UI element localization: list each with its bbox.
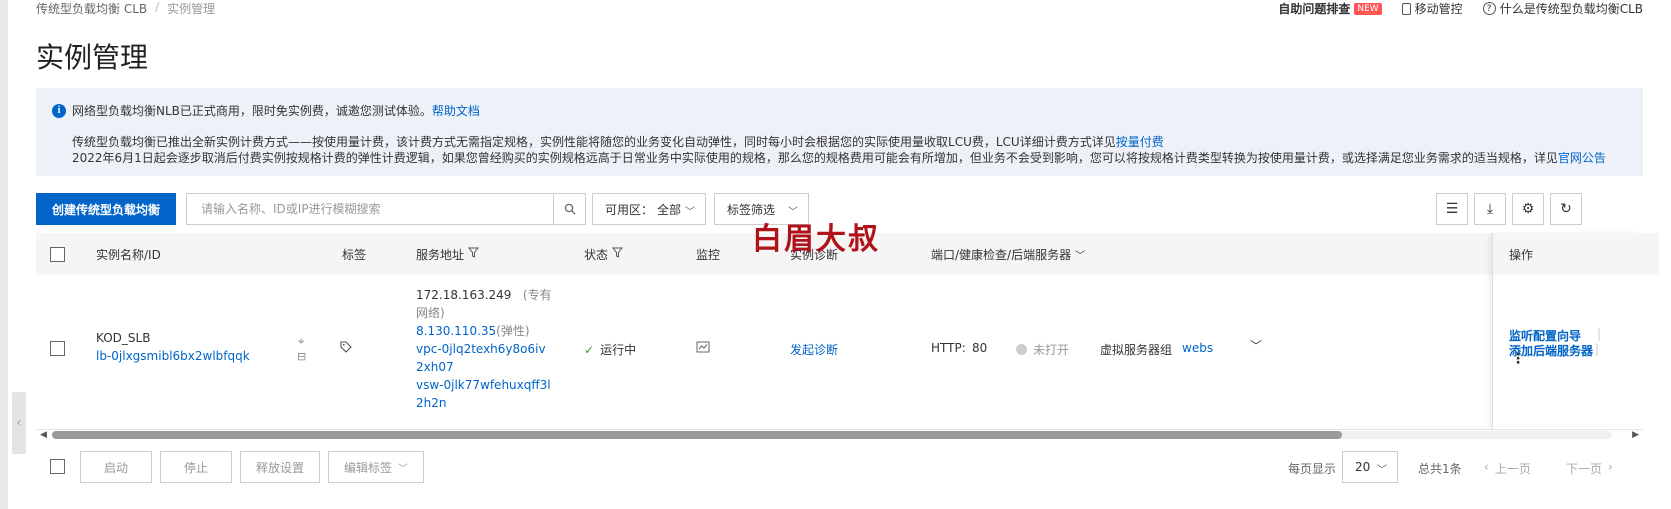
footer-select-all-checkbox[interactable]: [50, 459, 65, 474]
what-is-clb-link[interactable]: ? 什么是传统型负载均衡CLB: [1482, 0, 1643, 17]
help-icon: ?: [1482, 2, 1496, 15]
private-ip: 172.18.163.249: [416, 288, 512, 302]
col-status: 状态: [584, 233, 624, 275]
monitor-icon[interactable]: [696, 341, 710, 357]
scroll-thumb[interactable]: [52, 431, 1342, 439]
actions-column: 操作 监听配置向导 添加后端服务器 | | ⋮: [1492, 233, 1659, 430]
breadcrumb-current: 实例管理: [167, 2, 216, 16]
search-icon[interactable]: [553, 194, 585, 224]
col-name: 实例名称/ID: [96, 247, 161, 262]
vpc-link[interactable]: vpc-0jlq2texh6y8o6iv2xh07: [416, 342, 546, 374]
listener-port: 80: [972, 341, 988, 355]
total-count: 总共1条: [1418, 462, 1462, 476]
refresh-button[interactable]: ↻: [1550, 193, 1582, 225]
zone-select[interactable]: 可用区： 全部 ﹀: [592, 193, 706, 225]
tag-icon[interactable]: [340, 341, 352, 356]
release-settings-button[interactable]: 释放设置: [240, 451, 320, 483]
edit-tags-button[interactable]: 编辑标签 ﹀: [328, 451, 424, 483]
page-size-label: 每页显示: [1288, 462, 1337, 476]
list-icon: ☰: [1445, 201, 1459, 217]
top-links: 自助问题排查 NEW 移动管控 ? 什么是传统型负载均衡CLB: [1278, 0, 1643, 17]
horizontal-scrollbar[interactable]: ◀ ▶: [36, 430, 1643, 440]
health-check-status: 未打开: [1016, 341, 1069, 358]
official-announcement-link[interactable]: 官网公告: [1558, 151, 1606, 165]
info-icon: i: [52, 103, 66, 118]
col-ports[interactable]: 端口/健康检查/后端服务器 ﹀: [931, 233, 1085, 275]
create-clb-button[interactable]: 创建传统型负载均衡: [36, 193, 176, 225]
listener-protocol: HTTP:: [931, 341, 966, 355]
service-address: 172.18.163.249 (专有网络) 8.130.110.35(弹性) v…: [416, 286, 552, 412]
next-page-button[interactable]: 下一页 ›: [1566, 460, 1613, 477]
new-badge: NEW: [1354, 2, 1382, 15]
col-tags: 标签: [342, 247, 367, 262]
chevron-down-icon: ﹀: [1075, 250, 1086, 262]
chevron-left-icon: ‹: [16, 415, 22, 431]
chevron-left-icon: ‹: [1484, 460, 1489, 474]
download-button[interactable]: ⤓: [1474, 193, 1506, 225]
col-ops: 操作: [1509, 233, 1659, 275]
notice-line-1: 网络型负载均衡NLB已正式商用，限时免实例费，诚邀您测试体验。: [72, 104, 432, 118]
settings-button[interactable]: ⚙: [1512, 193, 1544, 225]
search-box: [186, 193, 586, 225]
stop-button[interactable]: 停止: [160, 451, 232, 483]
notice-banner: i 网络型负载均衡NLB已正式商用，限时免实例费，诚邀您测试体验。 帮助文档 传统…: [36, 88, 1643, 176]
page-title: 实例管理: [36, 41, 149, 74]
public-ip-type: (弹性): [496, 324, 530, 338]
pay-as-you-go-link[interactable]: 按量付费: [1116, 135, 1164, 149]
chevron-down-icon: ﹀: [685, 207, 695, 218]
minus-circle-icon: [1016, 344, 1027, 355]
more-icon[interactable]: ⋮: [1511, 352, 1525, 366]
self-diagnose-link[interactable]: 自助问题排查 NEW: [1278, 0, 1382, 17]
chevron-down-icon: ﹀: [1377, 465, 1387, 476]
server-group-type: 虚拟服务器组: [1100, 343, 1173, 357]
check-icon: ✓: [584, 342, 595, 357]
lock-icon[interactable]: ⊟: [297, 350, 306, 363]
instance-name: KOD_SLB: [96, 331, 151, 345]
breadcrumb: 传统型负载均衡 CLB / 实例管理: [36, 0, 216, 17]
list-view-button[interactable]: ☰: [1436, 193, 1468, 225]
phone-icon: [1401, 2, 1411, 15]
watermark: 白眉大叔: [752, 222, 880, 257]
left-edge: [0, 0, 8, 509]
instance-table: 实例名称/ID 标签 服务地址 状态 监控 实例诊断 端口/健康检查/后端服务器…: [36, 233, 1659, 430]
status: ✓ 运行中: [584, 342, 637, 358]
row-checkbox[interactable]: [50, 341, 65, 356]
breadcrumb-clb[interactable]: 传统型负载均衡 CLB: [36, 0, 147, 17]
col-monitor: 监控: [696, 247, 721, 262]
collapse-sidebar-handle[interactable]: ‹: [12, 392, 26, 454]
refresh-icon: ↻: [1560, 201, 1572, 217]
mobile-control-link[interactable]: 移动管控: [1401, 0, 1463, 17]
table-row: KOD_SLB lb-0jlxgsmibl6bx2wlbfqqk ⌖ ⊟ 172…: [36, 275, 1643, 430]
start-diagnosis-link[interactable]: 发起诊断: [790, 341, 838, 358]
search-input[interactable]: [187, 194, 553, 224]
download-icon: ⤓: [1486, 201, 1494, 217]
notice-line-3: 2022年6月1日起会逐步取消后付费实例按规格计费的弹性计费逻辑，如果您曾经购买…: [72, 151, 1558, 165]
scroll-left-icon[interactable]: ◀: [40, 430, 47, 440]
page-size-select[interactable]: 20 ﹀: [1342, 451, 1398, 483]
server-group-link[interactable]: webs: [1182, 341, 1213, 355]
public-ip-link[interactable]: 8.130.110.35: [416, 324, 496, 338]
scroll-right-icon[interactable]: ▶: [1632, 430, 1639, 440]
prev-page-button[interactable]: ‹ 上一页: [1484, 460, 1531, 477]
select-all-checkbox[interactable]: [50, 246, 65, 262]
instance-id-link[interactable]: lb-0jlxgsmibl6bx2wlbfqqk: [96, 349, 250, 363]
chevron-right-icon: ›: [1608, 460, 1613, 474]
notice-line-2: 传统型负载均衡已推出全新实例计费方式——按使用量计费，该计费方式无需指定规格，实…: [72, 135, 1116, 149]
gear-icon: ⚙: [1521, 201, 1535, 217]
vswitch-link[interactable]: vsw-0jlk77wfehuxqff3l2h2n: [416, 378, 551, 410]
filter-icon[interactable]: [467, 247, 480, 261]
help-doc-link[interactable]: 帮助文档: [432, 102, 480, 119]
col-address: 服务地址: [416, 233, 480, 275]
location-icon[interactable]: ⌖: [298, 335, 304, 349]
chevron-down-icon: ﹀: [398, 463, 408, 475]
filter-icon[interactable]: [611, 247, 624, 261]
footer-bar: 启动 停止 释放设置 编辑标签 ﹀ 每页显示 20 ﹀ 总共1条 ‹ 上一页 下一…: [36, 451, 1643, 483]
expand-chevron-icon[interactable]: ﹀: [1250, 337, 1262, 354]
start-button[interactable]: 启动: [80, 451, 152, 483]
